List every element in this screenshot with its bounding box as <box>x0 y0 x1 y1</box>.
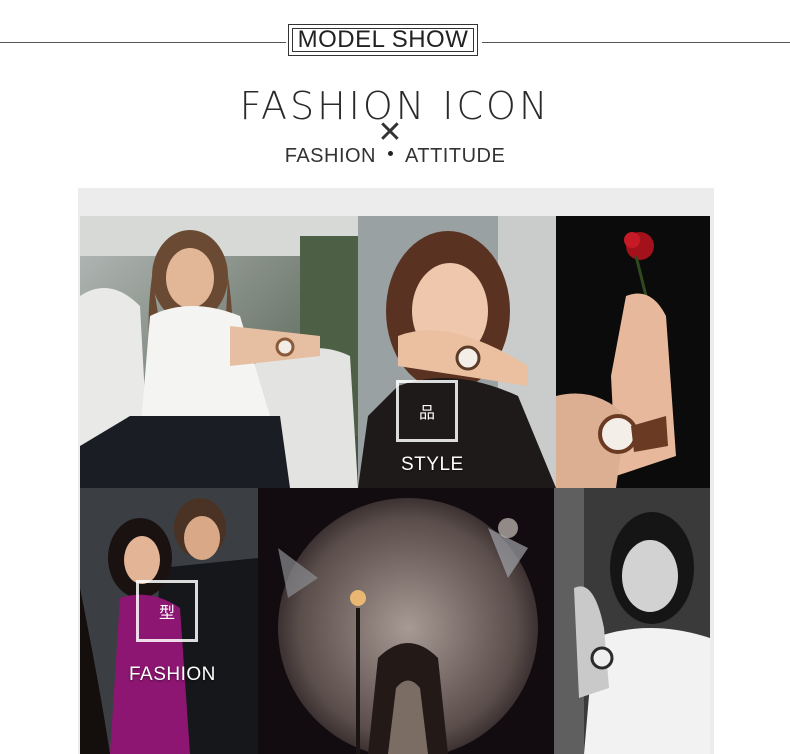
style-box: 品 <box>396 380 458 442</box>
times-icon: ✕ <box>377 116 403 149</box>
header-divider-left <box>0 42 286 43</box>
photo-woman-bw <box>554 488 710 754</box>
badge-text: MODEL SHOW <box>297 26 469 53</box>
dot-icon <box>388 151 393 156</box>
photo-woman-style <box>358 216 556 488</box>
header-divider-right <box>482 42 790 43</box>
photo-gallery: 品 STYLE 型 FASHION <box>78 188 714 754</box>
fashion-char: 型 <box>158 605 175 622</box>
photo-woman-white-shirt <box>80 216 358 488</box>
fashion-label: FASHION <box>129 664 216 685</box>
photo-shattered-clock <box>258 488 554 754</box>
tagline-left: FASHION <box>284 145 376 167</box>
style-char: 品 <box>418 405 435 422</box>
tagline: FASHION ATTITUDE <box>0 145 790 168</box>
model-show-badge: MODEL SHOW <box>288 24 478 56</box>
style-label: STYLE <box>401 454 464 475</box>
fashion-box: 型 <box>136 580 198 642</box>
photo-hand-rose <box>556 216 710 488</box>
tagline-right: ATTITUDE <box>405 145 506 167</box>
